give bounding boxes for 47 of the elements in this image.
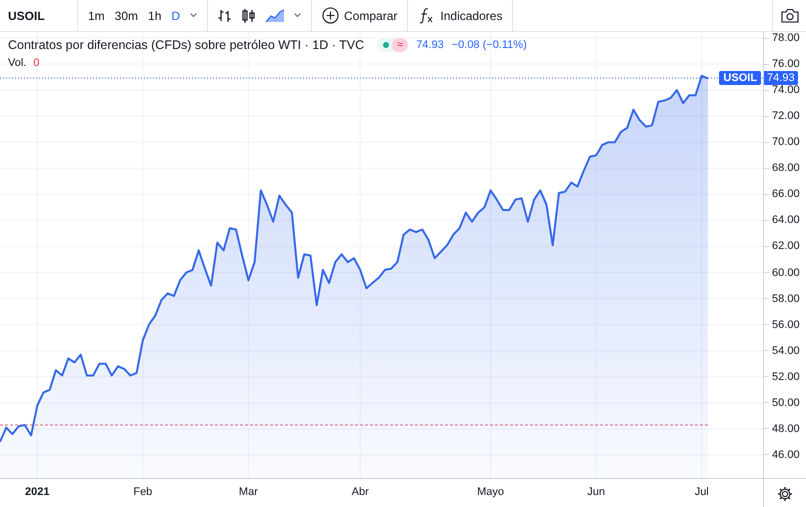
axis-label: 60.00	[772, 266, 800, 280]
axis-label: 78.00	[772, 31, 800, 45]
axis-label: 58.00	[772, 292, 800, 306]
caret-icon[interactable]	[294, 13, 302, 18]
axis-label: Feb	[133, 486, 152, 498]
axis-label: Mayo	[477, 486, 504, 498]
axis-label: 52.00	[772, 370, 800, 384]
plus-circle-icon	[322, 7, 340, 24]
symbol-label[interactable]: USOIL	[8, 8, 45, 22]
axis-label: 76.00	[772, 57, 800, 72]
axis-label: 54.00	[772, 344, 800, 358]
function-icon	[418, 7, 436, 24]
axis-label: 72.00	[772, 109, 800, 124]
camera-icon[interactable]	[780, 8, 798, 23]
axis-label: Jul	[694, 486, 709, 498]
axis-label: 48.00	[772, 422, 800, 436]
interval-button[interactable]: D	[167, 6, 184, 26]
axis-label: 50.00	[772, 396, 800, 410]
chart-title: Contratos por diferencias (CFDs) sobre petróleo WTI · 1D · TVC	[8, 38, 364, 52]
axis-label: 74.00	[772, 83, 800, 98]
axis-label: Jun	[587, 486, 606, 498]
volume-value: 0	[33, 57, 40, 69]
volume-label: Vol.	[8, 57, 26, 69]
axis-label: Mar	[238, 486, 258, 498]
indicators-button[interactable]: Indicadores	[414, 4, 506, 27]
axis-label: 62.00	[772, 239, 800, 254]
caret-icon[interactable]	[190, 13, 198, 18]
axis-label: Abr	[352, 486, 369, 498]
interval-button[interactable]: 1m	[84, 6, 109, 26]
price-value: 74.93	[416, 39, 444, 51]
axis-label: 2021	[25, 486, 50, 498]
interval-button[interactable]: 1h	[144, 6, 166, 26]
area-chart-icon	[265, 8, 286, 24]
axis-label: 46.00	[772, 448, 800, 462]
axis-label: 64.00	[772, 213, 800, 228]
price-tag: 74.93	[764, 70, 798, 85]
compare-button[interactable]: Comparar	[318, 4, 402, 27]
candles-icon	[241, 8, 258, 24]
settings-icon[interactable]	[777, 486, 794, 502]
bars-icon	[217, 8, 234, 24]
axis-label: 68.00	[772, 161, 800, 176]
axis-label: 66.00	[772, 187, 800, 202]
axis-label: 56.00	[772, 318, 800, 332]
axis-label: 70.00	[772, 135, 800, 150]
symbol-tag: USOIL	[719, 70, 762, 85]
price-change: −0.08 (−0.11%)	[452, 39, 527, 51]
interval-button[interactable]: 30m	[110, 6, 142, 26]
